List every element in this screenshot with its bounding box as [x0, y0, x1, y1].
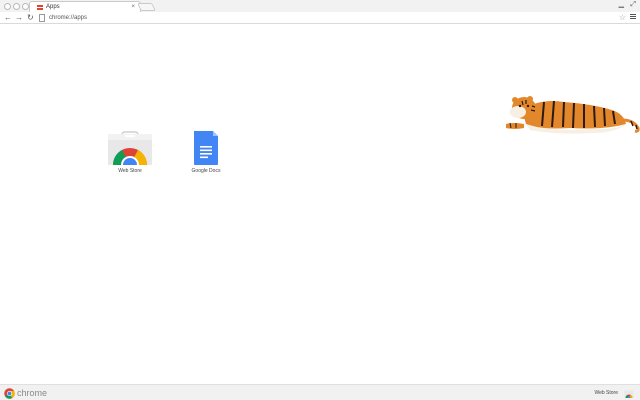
- hamburger-menu-icon[interactable]: [630, 14, 636, 20]
- web-store-small-icon[interactable]: [624, 389, 634, 398]
- browser-toolbar: ← → ↻ chrome://apps ☆: [0, 12, 640, 24]
- bookmark-star-icon[interactable]: ☆: [619, 13, 626, 22]
- web-store-link[interactable]: Web Store: [594, 390, 618, 396]
- app-label: Google Docs: [191, 168, 221, 174]
- tab-strip: Apps × ▁ ⤢: [0, 0, 640, 12]
- reload-icon[interactable]: ↻: [27, 13, 34, 22]
- app-web-store[interactable]: Web Store: [100, 131, 160, 174]
- app-google-docs[interactable]: Google Docs: [176, 131, 236, 174]
- window-close-dot[interactable]: [4, 3, 11, 10]
- bottom-bar: chrome Web Store: [0, 384, 640, 400]
- tiger-theme-image: [506, 96, 640, 134]
- tab-apps[interactable]: Apps ×: [29, 1, 141, 12]
- minimize-icon[interactable]: ▁: [619, 1, 624, 9]
- new-tab-button[interactable]: [137, 3, 156, 11]
- tab-title: Apps: [46, 4, 60, 10]
- window-minimize-dot[interactable]: [13, 3, 20, 10]
- page-icon: [39, 14, 45, 22]
- window-zoom-dot[interactable]: [22, 3, 29, 10]
- close-tab-icon[interactable]: ×: [131, 3, 135, 11]
- apps-grid-icon: [37, 5, 43, 10]
- back-icon[interactable]: ←: [4, 13, 12, 22]
- chrome-wordmark: chrome: [17, 388, 48, 398]
- chrome-web-store-icon: [108, 131, 152, 165]
- chrome-logo-icon: [4, 388, 15, 399]
- forward-icon[interactable]: →: [15, 13, 23, 22]
- url-text[interactable]: chrome://apps: [49, 14, 87, 22]
- app-label: Web Store: [118, 168, 142, 174]
- fullscreen-icon[interactable]: ⤢: [630, 1, 636, 9]
- google-docs-icon: [194, 131, 218, 165]
- address-bar[interactable]: chrome://apps: [38, 13, 610, 23]
